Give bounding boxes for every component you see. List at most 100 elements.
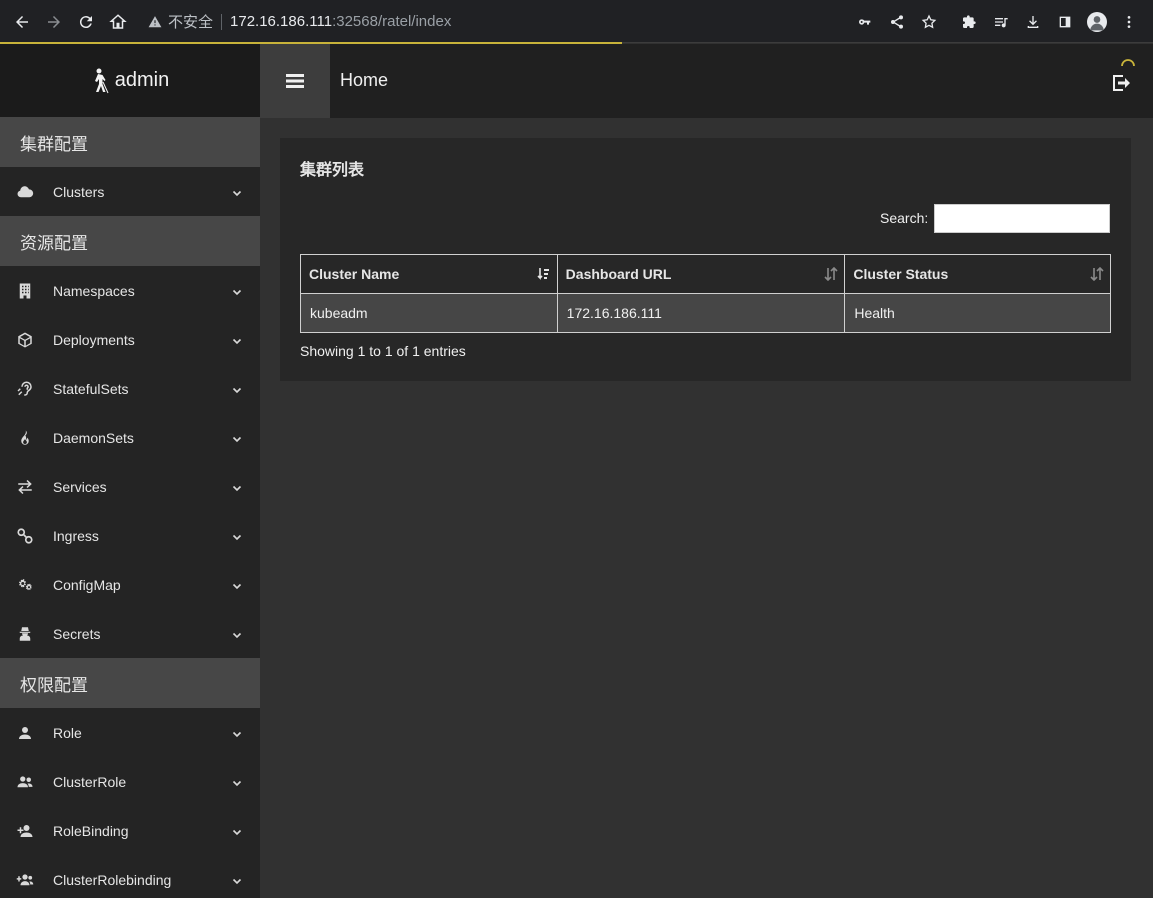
fire-icon (15, 428, 35, 448)
chevron-down-icon (232, 431, 242, 443)
address-bar[interactable]: 不安全 172.16.186.111:32568/ratel/index (148, 11, 451, 32)
puzzle-icon (963, 15, 976, 28)
sidebar-item-statefulsets[interactable]: StatefulSets (0, 364, 260, 413)
cogs-icon (15, 575, 35, 595)
security-warning[interactable]: 不安全 (148, 11, 213, 32)
downloads-button[interactable] (1017, 6, 1049, 38)
person-icon (1090, 16, 1104, 31)
arrow-left-icon (16, 15, 28, 28)
sidebar-item-clusterrolebinding[interactable]: ClusterRolebinding (0, 855, 260, 898)
key-icon (859, 19, 871, 25)
user-icon (15, 723, 35, 743)
cell-cluster-status: Health (844, 293, 1111, 333)
search-label: Search: (880, 210, 929, 226)
cluster-list-card: 集群列表 Search: Cluster Name Dashboard URL … (280, 138, 1131, 381)
sidebar-item-label: ClusterRole (53, 773, 127, 790)
user-secret-icon (15, 624, 35, 644)
chevron-down-icon (232, 627, 242, 639)
sidebar-item-label: Namespaces (53, 282, 135, 299)
sidebar-item-label: Role (53, 724, 82, 741)
extensions-button[interactable] (953, 6, 985, 38)
sidebar-toggle-button[interactable] (260, 44, 330, 118)
avatar (1087, 12, 1107, 32)
blind-person-icon (94, 68, 109, 93)
sidebar-item-daemonsets[interactable]: DaemonSets (0, 413, 260, 462)
arrow-right-icon (48, 15, 60, 28)
sidebar-item-label: StatefulSets (53, 380, 129, 397)
chevron-down-icon (232, 873, 242, 885)
column-header-cluster-name[interactable]: Cluster Name (300, 254, 558, 294)
sidebar-item-label: Deployments (53, 331, 135, 348)
chevron-down-icon (232, 824, 242, 836)
chevron-down-icon (232, 726, 242, 738)
page-title: Home (340, 70, 389, 90)
card-title: 集群列表 (300, 162, 365, 179)
chevron-down-icon (232, 185, 242, 197)
section-header-permission-config: 权限配置 (0, 658, 260, 708)
sidebar-item-namespaces[interactable]: Namespaces (0, 266, 260, 315)
warning-icon (148, 15, 162, 27)
sidebar-item-label: Ingress (53, 527, 99, 544)
sidebar-item-clusterrole[interactable]: ClusterRole (0, 757, 260, 806)
profile-button[interactable] (1081, 6, 1113, 38)
url-divider (221, 13, 223, 30)
sidebar-item-label: ConfigMap (53, 576, 121, 593)
sidebar-item-label: Secrets (53, 625, 101, 642)
more-vert-icon (1127, 16, 1131, 28)
password-button[interactable] (849, 6, 881, 38)
sidebar-item-clusters[interactable]: Clusters (0, 167, 260, 216)
column-header-dashboard-url[interactable]: Dashboard URL (556, 254, 846, 294)
back-button[interactable] (6, 6, 38, 38)
sidebar-item-services[interactable]: Services (0, 462, 260, 511)
cloud-icon (15, 182, 35, 202)
media-button[interactable] (985, 6, 1017, 38)
column-header-cluster-status[interactable]: Cluster Status (844, 254, 1111, 294)
star-icon (921, 14, 937, 29)
exchange-icon (15, 477, 35, 497)
browser-toolbar: 不安全 172.16.186.111:32568/ratel/index (0, 0, 1153, 43)
sidebar-item-role[interactable]: Role (0, 708, 260, 757)
sidebar-item-configmap[interactable]: ConfigMap (0, 560, 260, 609)
browser-actions (849, 6, 1145, 38)
link-icon (15, 526, 35, 546)
home-icon (109, 13, 127, 29)
reload-button[interactable] (70, 6, 102, 38)
url-host: 172.16.186.111 (230, 13, 333, 30)
share-button[interactable] (881, 6, 913, 38)
sidebar-item-label: Clusters (53, 183, 105, 200)
security-label: 不安全 (168, 14, 214, 31)
assistive-listening-icon (15, 379, 35, 399)
sidebar-item-secrets[interactable]: Secrets (0, 609, 260, 658)
sidebar-item-ingress[interactable]: Ingress (0, 511, 260, 560)
side-panel-button[interactable] (1049, 6, 1081, 38)
user-plus-icon (15, 821, 35, 841)
users-icon (15, 772, 35, 792)
share-icon (891, 15, 903, 29)
sidebar-item-label: RoleBinding (53, 822, 129, 839)
chevron-down-icon (232, 480, 242, 492)
sidebar-item-label: ClusterRolebinding (53, 871, 172, 888)
toolbar-divider (622, 42, 1153, 43)
chevron-down-icon (232, 529, 242, 541)
download-icon (1027, 16, 1039, 28)
bookmark-button[interactable] (913, 6, 945, 38)
chevron-down-icon (232, 284, 242, 296)
cube-icon (15, 330, 35, 350)
browser-menu-button[interactable] (1113, 6, 1145, 38)
search-input[interactable] (934, 204, 1110, 233)
side-panel-icon (1059, 16, 1071, 28)
sidebar-item-rolebinding[interactable]: RoleBinding (0, 806, 260, 855)
forward-button[interactable] (38, 6, 70, 38)
column-header-label: Cluster Name (309, 266, 400, 282)
sidebar: admin 集群配置 Clusters 资源配置 Namespaces Depl… (0, 44, 260, 898)
logout-icon[interactable] (1109, 71, 1133, 95)
cell-dashboard-url: 172.16.186.111 (556, 293, 846, 333)
sidebar-item-deployments[interactable]: Deployments (0, 315, 260, 364)
sidebar-brand[interactable]: admin (0, 44, 260, 117)
column-header-label: Cluster Status (853, 266, 949, 282)
table-row[interactable]: kubeadm 172.16.186.111 Health (300, 293, 1111, 333)
sort-ascending-icon (537, 268, 549, 280)
chevron-down-icon (232, 578, 242, 590)
url-path: :32568/ratel/index (332, 13, 452, 30)
home-button[interactable] (102, 6, 134, 38)
